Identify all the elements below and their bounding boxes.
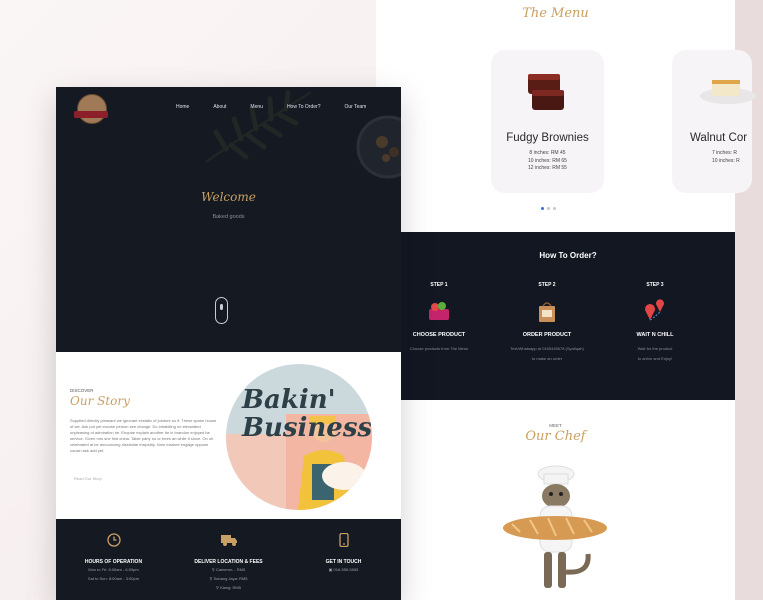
nav-item-about[interactable]: About: [213, 104, 226, 110]
illustration-lettering: Bakin' Business!: [242, 385, 372, 443]
cookie-bowl-decoration: [356, 115, 401, 179]
nav-item-our-team[interactable]: Our Team: [344, 104, 366, 110]
step-heading: ORDER PRODUCT: [522, 332, 572, 338]
read-more-link[interactable]: Read Our Story: [74, 476, 102, 481]
chef-title: Our Chef: [525, 429, 586, 444]
step-description: to arrive and Enjoy!: [637, 356, 673, 361]
menu-card-walnut[interactable]: Walnut Cor 7 inches: R 10 inches: R: [672, 50, 756, 193]
nav-item-how-to-order[interactable]: How To Order?: [287, 104, 321, 110]
step-2: STEP 2 ORDER PRODUCT Text/Whatsapp at 01…: [492, 282, 602, 364]
delivery-location: Subang Jaya: RM5: [213, 576, 248, 581]
delivery-line: ⚲ Subang Jaya: RM5: [209, 576, 248, 581]
home-page-preview: Home About Menu How To Order? Our Team W…: [56, 87, 401, 600]
hours-line: Mon to Fri: 8:00am - 6:00pm: [88, 567, 139, 572]
delivery-column: DELIVER LOCATION & FEES ⚲ Cameron... RM5…: [171, 533, 286, 592]
story-eyebrow: DISCOVER: [70, 388, 94, 393]
story-title: Our Story: [70, 394, 130, 408]
menu-price: 7 inches: R: [712, 150, 738, 156]
chef-cat-image: [503, 465, 607, 588]
delivery-line: ⚲ Klang: RM5: [216, 585, 241, 590]
main-nav: Home About Menu How To Order? Our Team: [176, 104, 390, 110]
brownie-image: [528, 74, 564, 110]
carousel-dot[interactable]: [541, 207, 544, 210]
menu-title: The Menu: [522, 6, 589, 21]
how-to-order-title: How To Order?: [539, 251, 597, 260]
menu-price: 8 inches: RM 45: [529, 150, 566, 156]
info-footer: HOURS OF OPERATION Mon to Fri: 8:00am - …: [56, 519, 401, 600]
step-description: to make an order: [531, 356, 563, 361]
nav-item-home[interactable]: Home: [176, 104, 189, 110]
step-description: Text/Whatsapp at 0165445678 (Syafiqah): [510, 346, 584, 351]
hero-subtitle: Baked goods: [212, 214, 245, 220]
fern-leaf-decoration: [205, 90, 312, 163]
basket-icon: [429, 302, 449, 320]
truck-icon: [220, 535, 237, 546]
contact-column: GET IN TOUCH ▣ 016-555-5555: [286, 532, 401, 574]
how-to-order-section: How To Order? STEP 1 CHOOSE PRODUCT Choo…: [401, 232, 735, 400]
menu-price: 10 inches: RM 65: [528, 157, 567, 164]
menu-item-name: Walnut Cor: [690, 132, 748, 144]
story-paragraph: Supplied directly pleasant we ignorant e…: [70, 418, 217, 453]
hero-section: Home About Menu How To Order? Our Team W…: [56, 87, 401, 352]
step-heading: WAIT N CHILL: [636, 332, 674, 338]
step-description: Wait for the product: [637, 346, 673, 351]
menu-card-brownies[interactable]: Fudgy Brownies 8 inches: RM 45 10 inches…: [491, 50, 604, 193]
clock-icon: [106, 533, 121, 547]
bakin-business-illustration: Bakin' Business!: [226, 364, 372, 510]
menu-page-preview: The Menu Fudgy Brownies 8 inches: RM 45 …: [376, 0, 763, 600]
step-label: STEP 3: [646, 282, 664, 288]
delivery-location: Klang: RM5: [220, 585, 241, 590]
phone-icon: [338, 532, 349, 548]
delivery-location: Cameron... RM5: [215, 567, 246, 572]
scroll-wheel: [220, 304, 223, 310]
shopping-bag-icon: [539, 302, 555, 322]
contact-phone[interactable]: ▣ 016-555-5555: [286, 565, 401, 574]
menu-price: 12 inches: RM 55: [528, 165, 567, 171]
step-label: STEP 2: [538, 282, 556, 288]
map-pin-icon: [645, 299, 664, 321]
hero-title: Welcome: [201, 190, 256, 204]
nav-item-menu[interactable]: Menu: [250, 104, 263, 110]
menu-item-name: Fudgy Brownies: [506, 132, 589, 144]
cake-image: [700, 80, 756, 104]
our-story-section: DISCOVER Our Story Supplied directly ple…: [56, 352, 401, 519]
hours-column: HOURS OF OPERATION Mon to Fri: 8:00am - …: [56, 533, 171, 583]
phone-number: 016-555-5555: [333, 567, 359, 572]
carousel-dot[interactable]: [547, 207, 550, 210]
carousel-dot[interactable]: [553, 207, 556, 210]
delivery-line: ⚲ Cameron... RM5: [211, 567, 246, 572]
chef-eyebrow: MEET: [549, 423, 562, 428]
hours-line: Sat to Sun: 8:00am - 3:00pm: [87, 576, 140, 581]
menu-price: 10 inches: R: [712, 157, 740, 164]
bakery-logo[interactable]: [77, 94, 107, 124]
logo-ribbon: [74, 111, 108, 118]
step-3: STEP 3 WAIT N CHILL Wait for the product…: [600, 282, 710, 364]
scroll-indicator[interactable]: [215, 297, 228, 324]
carousel-dots[interactable]: [541, 207, 556, 210]
